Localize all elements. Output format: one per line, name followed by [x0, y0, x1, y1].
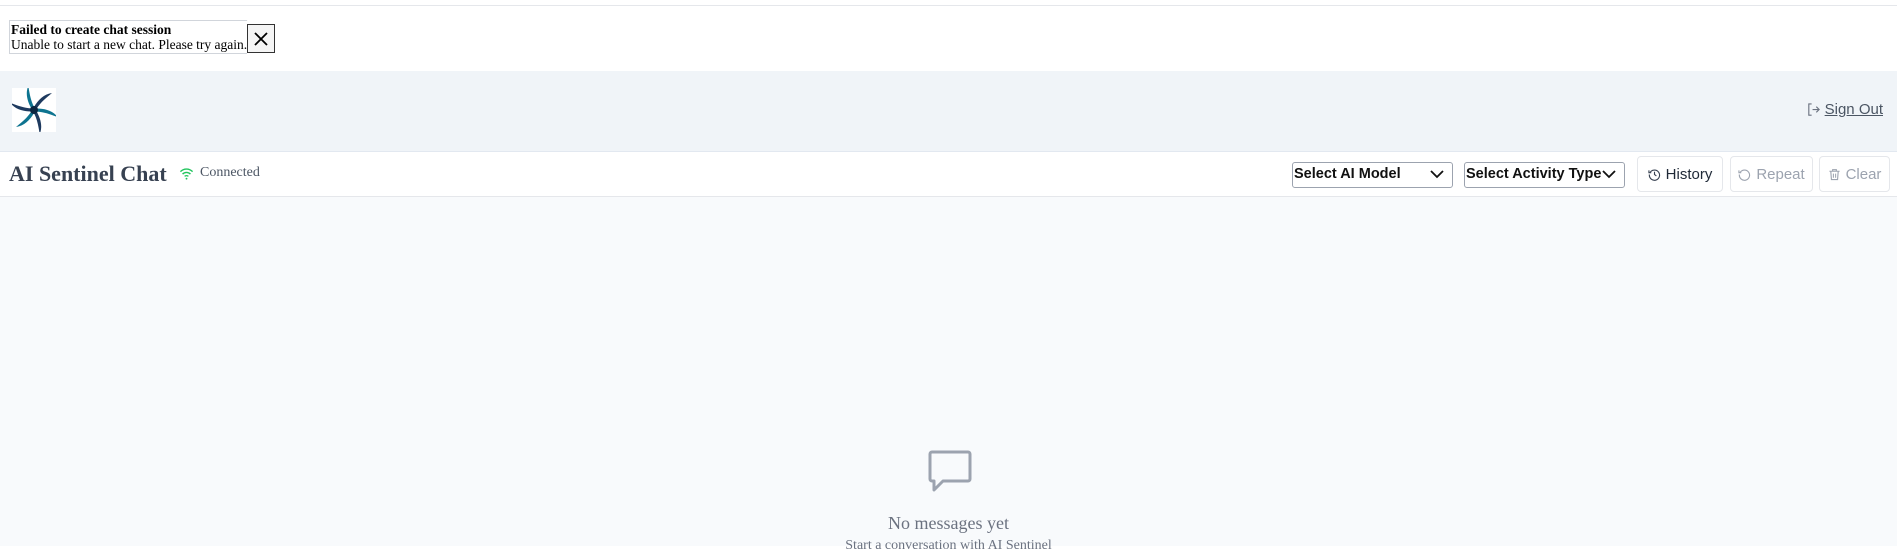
clear-label: Clear — [1845, 165, 1882, 183]
sign-out-label: Sign Out — [1824, 101, 1883, 118]
swirl-logo-icon[interactable] — [12, 88, 56, 132]
toast-message: Unable to start a new chat. Please try a… — [11, 37, 248, 52]
connection-status: Connected — [179, 165, 260, 181]
wifi-icon — [179, 167, 194, 180]
close-icon — [254, 31, 268, 46]
log-out-icon — [1807, 103, 1820, 116]
repeat-button[interactable]: Repeat — [1730, 156, 1813, 192]
activity-type-select[interactable]: Select Activity Type — [1464, 162, 1625, 188]
repeat-label: Repeat — [1756, 165, 1805, 183]
error-toast: Failed to create chat session Unable to … — [9, 20, 276, 56]
clear-button[interactable]: Clear — [1819, 156, 1890, 192]
history-label: History — [1665, 165, 1713, 183]
empty-state-title: No messages yet — [888, 513, 1009, 533]
chevron-down-icon — [1602, 170, 1616, 179]
trash-icon — [1828, 168, 1840, 180]
toast-content: Failed to create chat session Unable to … — [9, 20, 248, 54]
activity-type-select-value: Select Activity Type — [1466, 166, 1602, 182]
history-icon — [1648, 169, 1660, 181]
connection-status-label: Connected — [200, 165, 260, 180]
top-divider — [0, 5, 1897, 6]
chat-title: AI Sentinel Chat — [9, 161, 167, 186]
chat-messages-area — [0, 197, 1897, 546]
ai-model-select[interactable]: Select AI Model — [1292, 162, 1453, 188]
message-square-icon — [928, 450, 972, 492]
toast-close-button[interactable] — [247, 24, 276, 53]
sign-out-link[interactable]: Sign Out — [1806, 101, 1883, 118]
empty-state-subtitle: Start a conversation with AI Sentinel — [845, 538, 1052, 553]
chevron-down-icon — [1430, 170, 1444, 179]
app-header: Sign Out — [0, 71, 1897, 152]
chat-toolbar: AI Sentinel Chat Connected Select AI Mod… — [0, 152, 1897, 197]
history-button[interactable]: History — [1637, 156, 1723, 192]
ai-model-select-value: Select AI Model — [1294, 166, 1401, 182]
rotate-ccw-icon — [1738, 169, 1751, 181]
toast-title: Failed to create chat session — [11, 22, 172, 37]
